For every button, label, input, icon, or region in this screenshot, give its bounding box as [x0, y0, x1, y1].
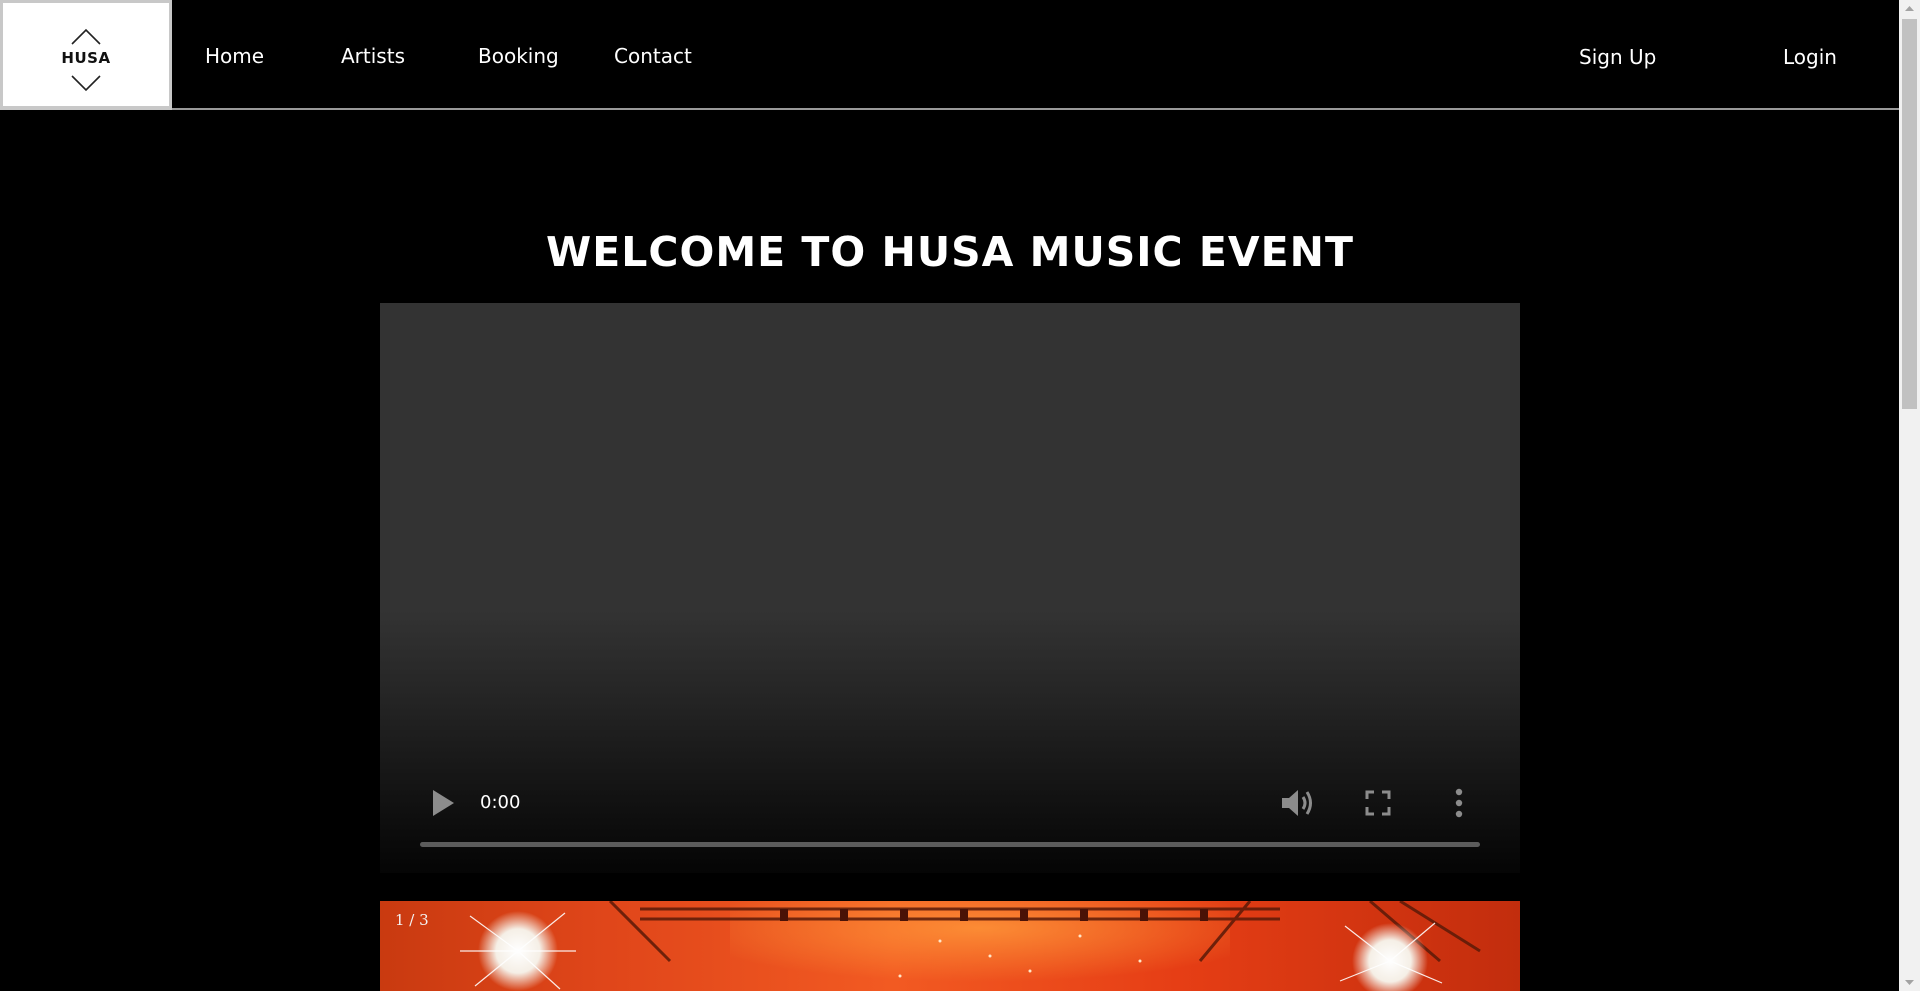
- volume-icon[interactable]: [1280, 787, 1316, 819]
- fullscreen-icon[interactable]: [1365, 790, 1391, 816]
- page: HUSA Home Artists Booking Contact Sign U…: [0, 0, 1920, 991]
- nav-contact[interactable]: Contact: [614, 44, 692, 68]
- slideshow[interactable]: 1 / 3: [380, 901, 1520, 991]
- scroll-up-arrow-icon[interactable]: [1899, 0, 1920, 17]
- logo-text: HUSA: [61, 49, 111, 67]
- nav-booking[interactable]: Booking: [478, 44, 559, 68]
- play-icon[interactable]: [431, 789, 455, 817]
- more-vert-icon[interactable]: [1454, 788, 1464, 818]
- page-title: WELCOME TO HUSA MUSIC EVENT: [546, 228, 1354, 276]
- scrollbar[interactable]: [1899, 0, 1920, 991]
- nav-artists[interactable]: Artists: [341, 44, 405, 68]
- video-progress-bar[interactable]: [420, 842, 1480, 847]
- scroll-down-arrow-icon[interactable]: [1899, 974, 1920, 991]
- login-link[interactable]: Login: [1783, 45, 1837, 69]
- nav-home[interactable]: Home: [205, 44, 264, 68]
- logo[interactable]: HUSA: [0, 0, 172, 110]
- video-player[interactable]: 0:00: [380, 303, 1520, 873]
- video-current-time: 0:00: [480, 792, 521, 813]
- slide-counter: 1 / 3: [395, 911, 429, 929]
- site-header: HUSA Home Artists Booking Contact Sign U…: [0, 0, 1899, 110]
- concert-fireworks-image: [460, 901, 1481, 991]
- signup-link[interactable]: Sign Up: [1579, 45, 1656, 69]
- scrollbar-thumb[interactable]: [1902, 19, 1917, 409]
